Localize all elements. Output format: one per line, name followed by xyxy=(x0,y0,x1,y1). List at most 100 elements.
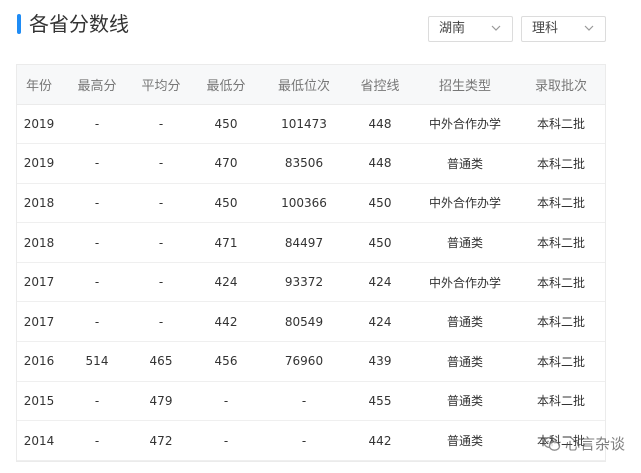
max-score-cell: - xyxy=(94,156,100,171)
admission-type-cell: 普通类 xyxy=(446,236,483,251)
min-score-cell: 470 xyxy=(214,156,238,171)
control-line-cell: 439 xyxy=(368,354,392,369)
min-rank-cell: 101473 xyxy=(281,116,327,131)
min-rank-cell: 76960 xyxy=(284,354,324,369)
table-row: 2018 - - 471 84497 450 普通类 本科二批 xyxy=(17,223,605,263)
batch-cell: 本科二批 xyxy=(536,354,585,369)
min-rank-cell: 80549 xyxy=(284,314,324,329)
year-cell: 2018 xyxy=(23,235,55,250)
column-header-year: 年份 xyxy=(17,65,61,105)
province-select-value: 湖南 xyxy=(439,21,466,36)
batch-cell: 本科二批 xyxy=(536,275,585,290)
avg-score-cell: - xyxy=(158,235,164,250)
column-header-min-score: 最低分 xyxy=(189,65,263,105)
table-header-row: 年份 最高分 平均分 最低分 最低位次 省控线 招生类型 录取批次 xyxy=(17,65,605,105)
max-score-cell: - xyxy=(94,235,100,250)
table-row: 2019 - - 450 101473 448 中外合作办学 本科二批 xyxy=(17,104,605,144)
column-header-min-rank: 最低位次 xyxy=(263,65,345,105)
batch-cell: 本科二批 xyxy=(536,117,585,132)
batch-cell: 本科二批 xyxy=(536,196,585,211)
table-row: 2017 - - 442 80549 424 普通类 本科二批 xyxy=(17,302,605,342)
watermark: 心言杂谈 xyxy=(543,431,625,457)
table-row: 2014-472- -442 普通类 本科二批 xyxy=(17,421,605,461)
max-score-cell: - xyxy=(94,314,100,329)
avg-score-cell: 465 xyxy=(149,354,173,369)
column-header-max-score: 最高分 xyxy=(61,65,133,105)
year-cell: 2019 xyxy=(23,116,55,131)
min-score-cell: 471 xyxy=(214,235,238,250)
table-row: 2019 - - 470 83506 448 普通类 本科二批 xyxy=(17,144,605,184)
min-rank-cell: 83506 xyxy=(284,156,324,171)
column-header-avg-score: 平均分 xyxy=(133,65,189,105)
admission-type-cell: 中外合作办学 xyxy=(428,275,501,290)
min-score-cell: 450 xyxy=(214,116,238,131)
min-rank-cell: 84497 xyxy=(284,235,324,250)
max-score-cell: - xyxy=(94,433,100,448)
min-score-cell: 450 xyxy=(214,195,238,210)
min-score-cell: - xyxy=(223,433,229,448)
batch-cell: 本科二批 xyxy=(536,315,585,330)
admission-type-cell: 普通类 xyxy=(446,394,483,409)
max-score-cell: - xyxy=(94,116,100,131)
table-row: 2017 - - 424 93372 424 中外合作办学 本科二批 xyxy=(17,262,605,302)
province-select[interactable]: 湖南 xyxy=(428,16,513,42)
year-cell: 2017 xyxy=(23,314,55,329)
column-header-control-line: 省控线 xyxy=(345,65,415,105)
year-cell: 2017 xyxy=(23,275,55,290)
table-row: 2018 - - 450 100366 450 中外合作办学 本科二批 xyxy=(17,183,605,223)
admission-type-cell: 普通类 xyxy=(446,434,483,449)
chevron-down-icon xyxy=(584,25,594,31)
min-score-cell: 442 xyxy=(214,314,238,329)
min-rank-cell: - xyxy=(301,393,307,408)
batch-cell: 本科二批 xyxy=(536,156,585,171)
header: 各省分数线 湖南 理科 xyxy=(0,0,641,56)
min-score-cell: 456 xyxy=(214,354,238,369)
avg-score-cell: 472 xyxy=(149,433,173,448)
control-line-cell: 450 xyxy=(368,195,392,210)
column-header-batch: 录取批次 xyxy=(515,65,605,105)
watermark-text: 心言杂谈 xyxy=(564,435,625,453)
max-score-cell: 514 xyxy=(85,354,109,369)
admission-type-cell: 中外合作办学 xyxy=(428,196,501,211)
year-cell: 2016 xyxy=(23,354,55,369)
avg-score-cell: 479 xyxy=(149,393,173,408)
page-title: 各省分数线 xyxy=(29,12,129,36)
max-score-cell: - xyxy=(94,275,100,290)
subject-select[interactable]: 理科 xyxy=(521,16,606,42)
year-cell: 2018 xyxy=(23,195,55,210)
subject-select-value: 理科 xyxy=(532,21,559,36)
max-score-cell: - xyxy=(94,393,100,408)
batch-cell: 本科二批 xyxy=(536,236,585,251)
year-cell: 2015 xyxy=(23,393,55,408)
control-line-cell: 450 xyxy=(368,235,392,250)
avg-score-cell: - xyxy=(158,314,164,329)
batch-cell: 本科二批 xyxy=(536,394,585,409)
min-rank-cell: 93372 xyxy=(284,275,324,290)
admission-type-cell: 中外合作办学 xyxy=(428,117,501,132)
score-table: 年份 最高分 平均分 最低分 最低位次 省控线 招生类型 录取批次 2019 - -… xyxy=(16,64,606,462)
avg-score-cell: - xyxy=(158,116,164,131)
title-accent-bar xyxy=(17,14,21,34)
column-header-admission-type: 招生类型 xyxy=(415,65,515,105)
max-score-cell: - xyxy=(94,195,100,210)
wechat-icon xyxy=(543,436,561,451)
year-cell: 2014 xyxy=(23,433,55,448)
min-rank-cell: - xyxy=(301,433,307,448)
admission-type-cell: 普通类 xyxy=(446,354,483,369)
avg-score-cell: - xyxy=(158,275,164,290)
control-line-cell: 424 xyxy=(368,275,392,290)
control-line-cell: 424 xyxy=(368,314,392,329)
admission-type-cell: 普通类 xyxy=(446,156,483,171)
table-row: 2016 514 465 456 76960 439 普通类 本科二批 xyxy=(17,342,605,382)
min-rank-cell: 100366 xyxy=(281,195,327,210)
table-row: 2015 - 479 - - 455 普通类 本科二批 xyxy=(17,381,605,421)
control-line-cell: 442 xyxy=(368,433,392,448)
control-line-cell: 448 xyxy=(368,116,392,131)
control-line-cell: 455 xyxy=(368,393,392,408)
admission-type-cell: 普通类 xyxy=(446,315,483,330)
chevron-down-icon xyxy=(491,25,501,31)
min-score-cell: 424 xyxy=(214,275,238,290)
year-cell: 2019 xyxy=(23,156,55,171)
control-line-cell: 448 xyxy=(368,156,392,171)
min-score-cell: - xyxy=(223,393,229,408)
